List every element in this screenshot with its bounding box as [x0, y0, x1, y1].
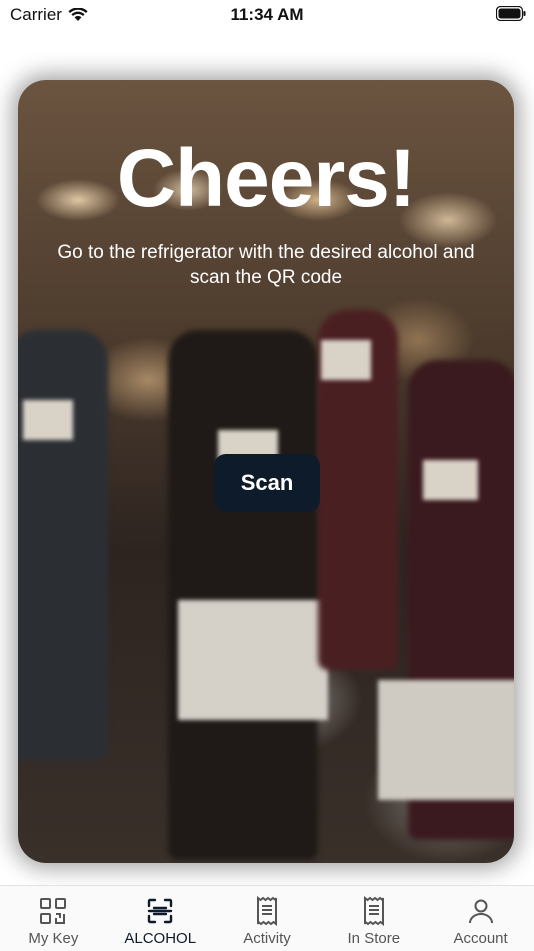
tab-label: Account	[453, 930, 508, 947]
tab-in-store[interactable]: In Store	[320, 886, 427, 951]
hero-subtitle: Go to the refrigerator with the desired …	[57, 242, 475, 288]
status-time: 11:34 AM	[230, 5, 304, 24]
tab-my-key[interactable]: My Key	[0, 886, 107, 951]
receipt-icon	[363, 896, 384, 926]
scan-frame-icon	[147, 898, 173, 924]
tab-label: In Store	[347, 930, 401, 947]
receipt-icon	[256, 896, 277, 926]
tab-alcohol[interactable]: ALCOHOL	[107, 886, 214, 951]
status-bar: Carrier 11:34 AM	[0, 0, 534, 30]
tab-label: ALCOHOL	[124, 930, 197, 947]
hero-card: Cheers! Go to the refrigerator with the …	[18, 80, 514, 863]
battery-icon	[495, 5, 526, 26]
tab-label: Activity	[243, 930, 291, 947]
tab-activity[interactable]: Activity	[214, 886, 321, 951]
tab-label: My Key	[28, 930, 79, 947]
tab-account[interactable]: Account	[427, 886, 534, 951]
tab-bar: My Key ALCOHOL Activity In Store Account	[0, 885, 534, 951]
hero-title: Cheers!	[116, 133, 416, 224]
scan-button[interactable]: Scan	[214, 454, 320, 512]
person-icon	[468, 899, 493, 924]
qr-grid-icon	[40, 898, 67, 924]
